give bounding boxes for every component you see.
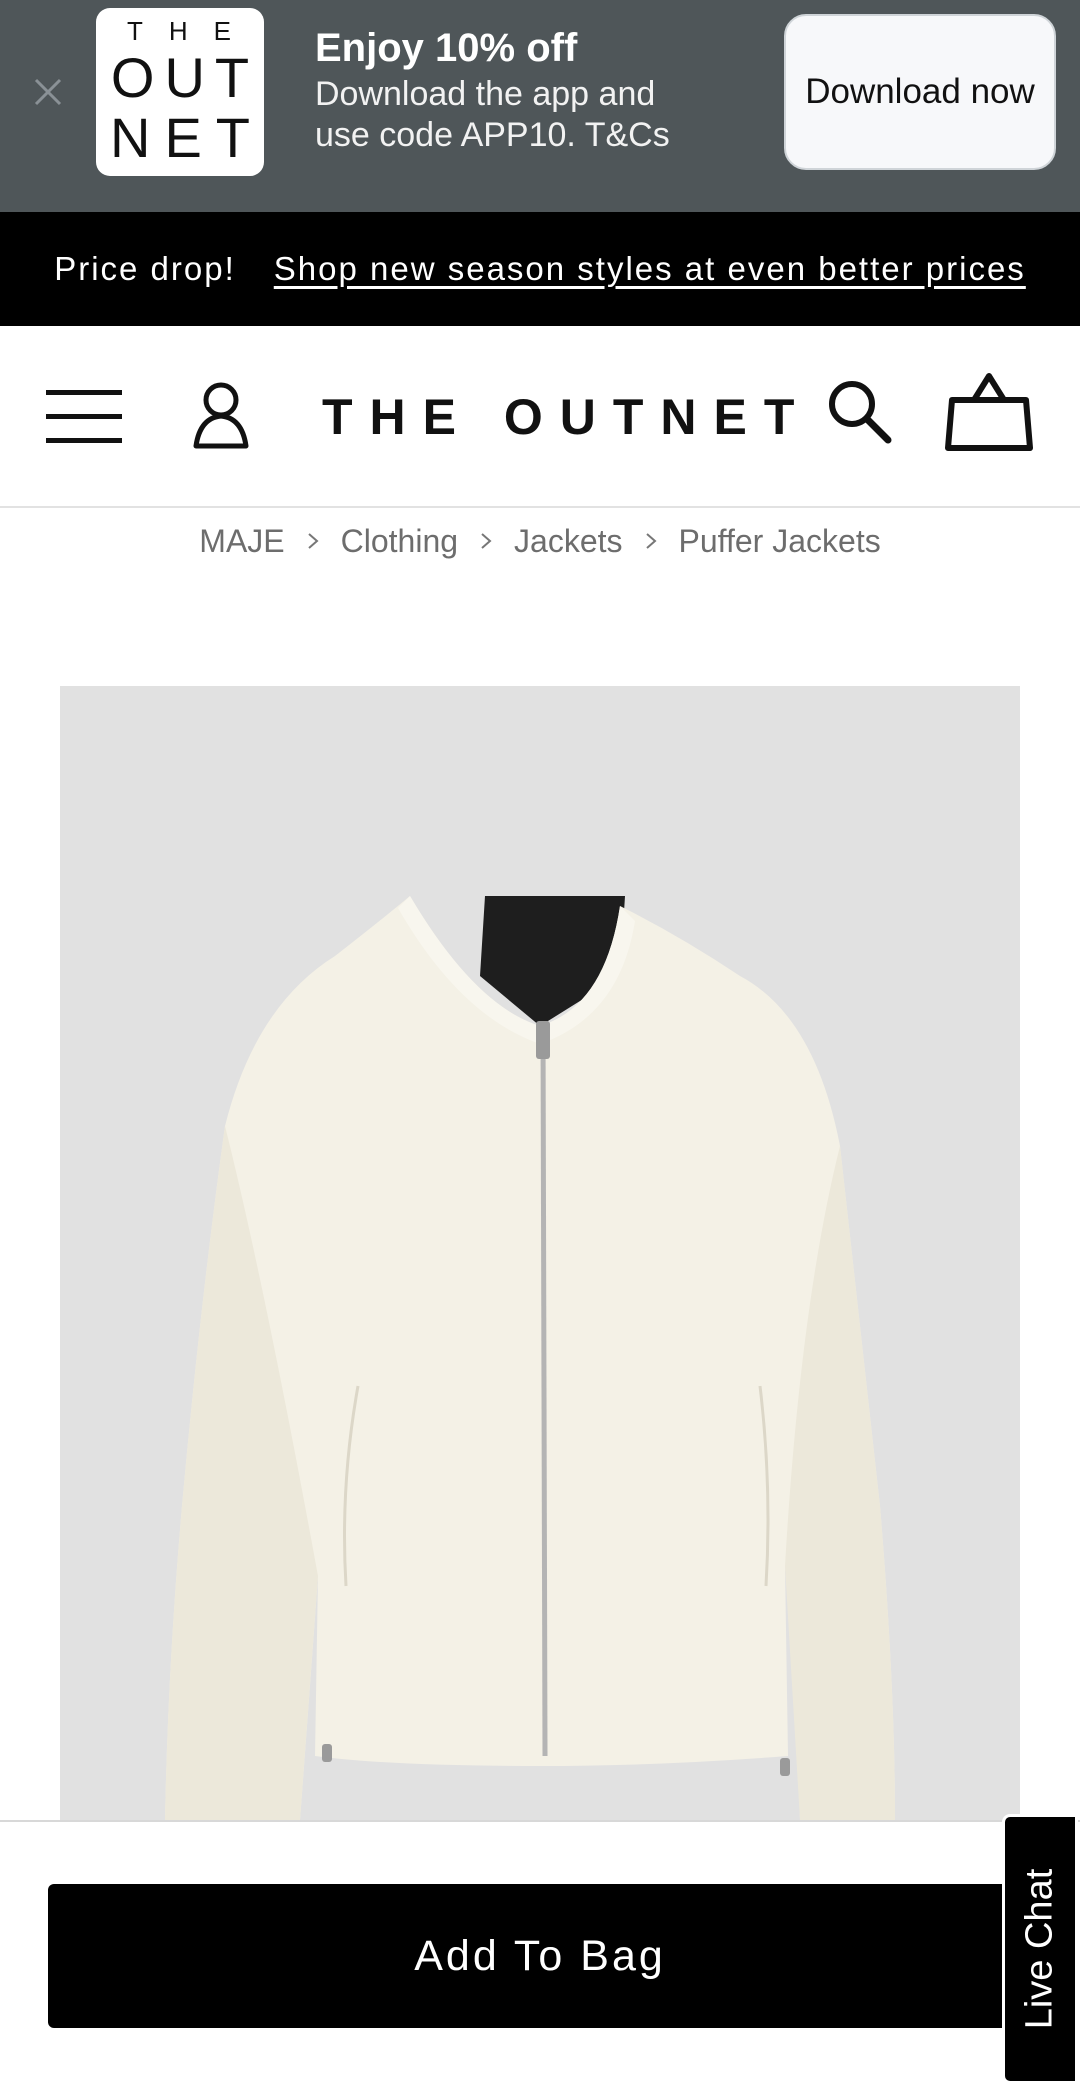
live-chat-button[interactable]: Live Chat [1002, 1814, 1078, 2084]
app-logo-line-2: OUT [110, 46, 260, 109]
chevron-right-icon [481, 533, 492, 549]
banner-subtitle-line-2: use code APP10. T&Cs [315, 116, 670, 154]
app-logo: THE OUT NET [96, 8, 264, 176]
download-now-button[interactable]: Download now [784, 14, 1056, 170]
breadcrumb-item-maje[interactable]: MAJE [199, 523, 284, 560]
banner-title: Enjoy 10% off [315, 26, 578, 70]
breadcrumb-item-jackets[interactable]: Jackets [514, 523, 622, 560]
app-logo-line-1: THE [127, 16, 257, 46]
bottom-action-bar: Add To Bag [0, 1820, 1080, 2086]
site-header: THE OUTNET [0, 326, 1080, 508]
menu-icon[interactable] [46, 386, 124, 446]
banner-text: Enjoy 10% off Download the app and use c… [315, 22, 775, 156]
product-image[interactable] [60, 686, 1020, 1820]
promo-label: Price drop! [54, 250, 236, 287]
jacket-image [165, 896, 895, 1820]
banner-subtitle-line-1: Download the app and [315, 75, 656, 113]
app-download-banner: THE OUT NET Enjoy 10% off Download the a… [0, 0, 1080, 212]
breadcrumb-item-puffer-jackets[interactable]: Puffer Jackets [679, 523, 881, 560]
chevron-right-icon [645, 533, 657, 549]
chevron-right-icon [307, 533, 319, 549]
promo-link[interactable]: Shop new season styles at even better pr… [274, 250, 1026, 288]
live-chat-label: Live Chat [1018, 1868, 1061, 2030]
breadcrumb: MAJE Clothing Jackets Puffer Jackets [0, 516, 1080, 566]
account-icon[interactable] [190, 380, 252, 450]
bag-icon[interactable] [944, 372, 1034, 452]
add-to-bag-button[interactable]: Add To Bag [48, 1884, 1032, 2028]
close-icon[interactable] [28, 72, 68, 112]
breadcrumb-item-clothing[interactable]: Clothing [341, 523, 458, 560]
site-logo[interactable]: THE OUTNET [322, 388, 794, 446]
app-logo-line-3: NET [110, 106, 264, 169]
promo-bar: Price drop! Shop new season styles at ev… [0, 212, 1080, 326]
search-icon[interactable] [826, 378, 892, 444]
